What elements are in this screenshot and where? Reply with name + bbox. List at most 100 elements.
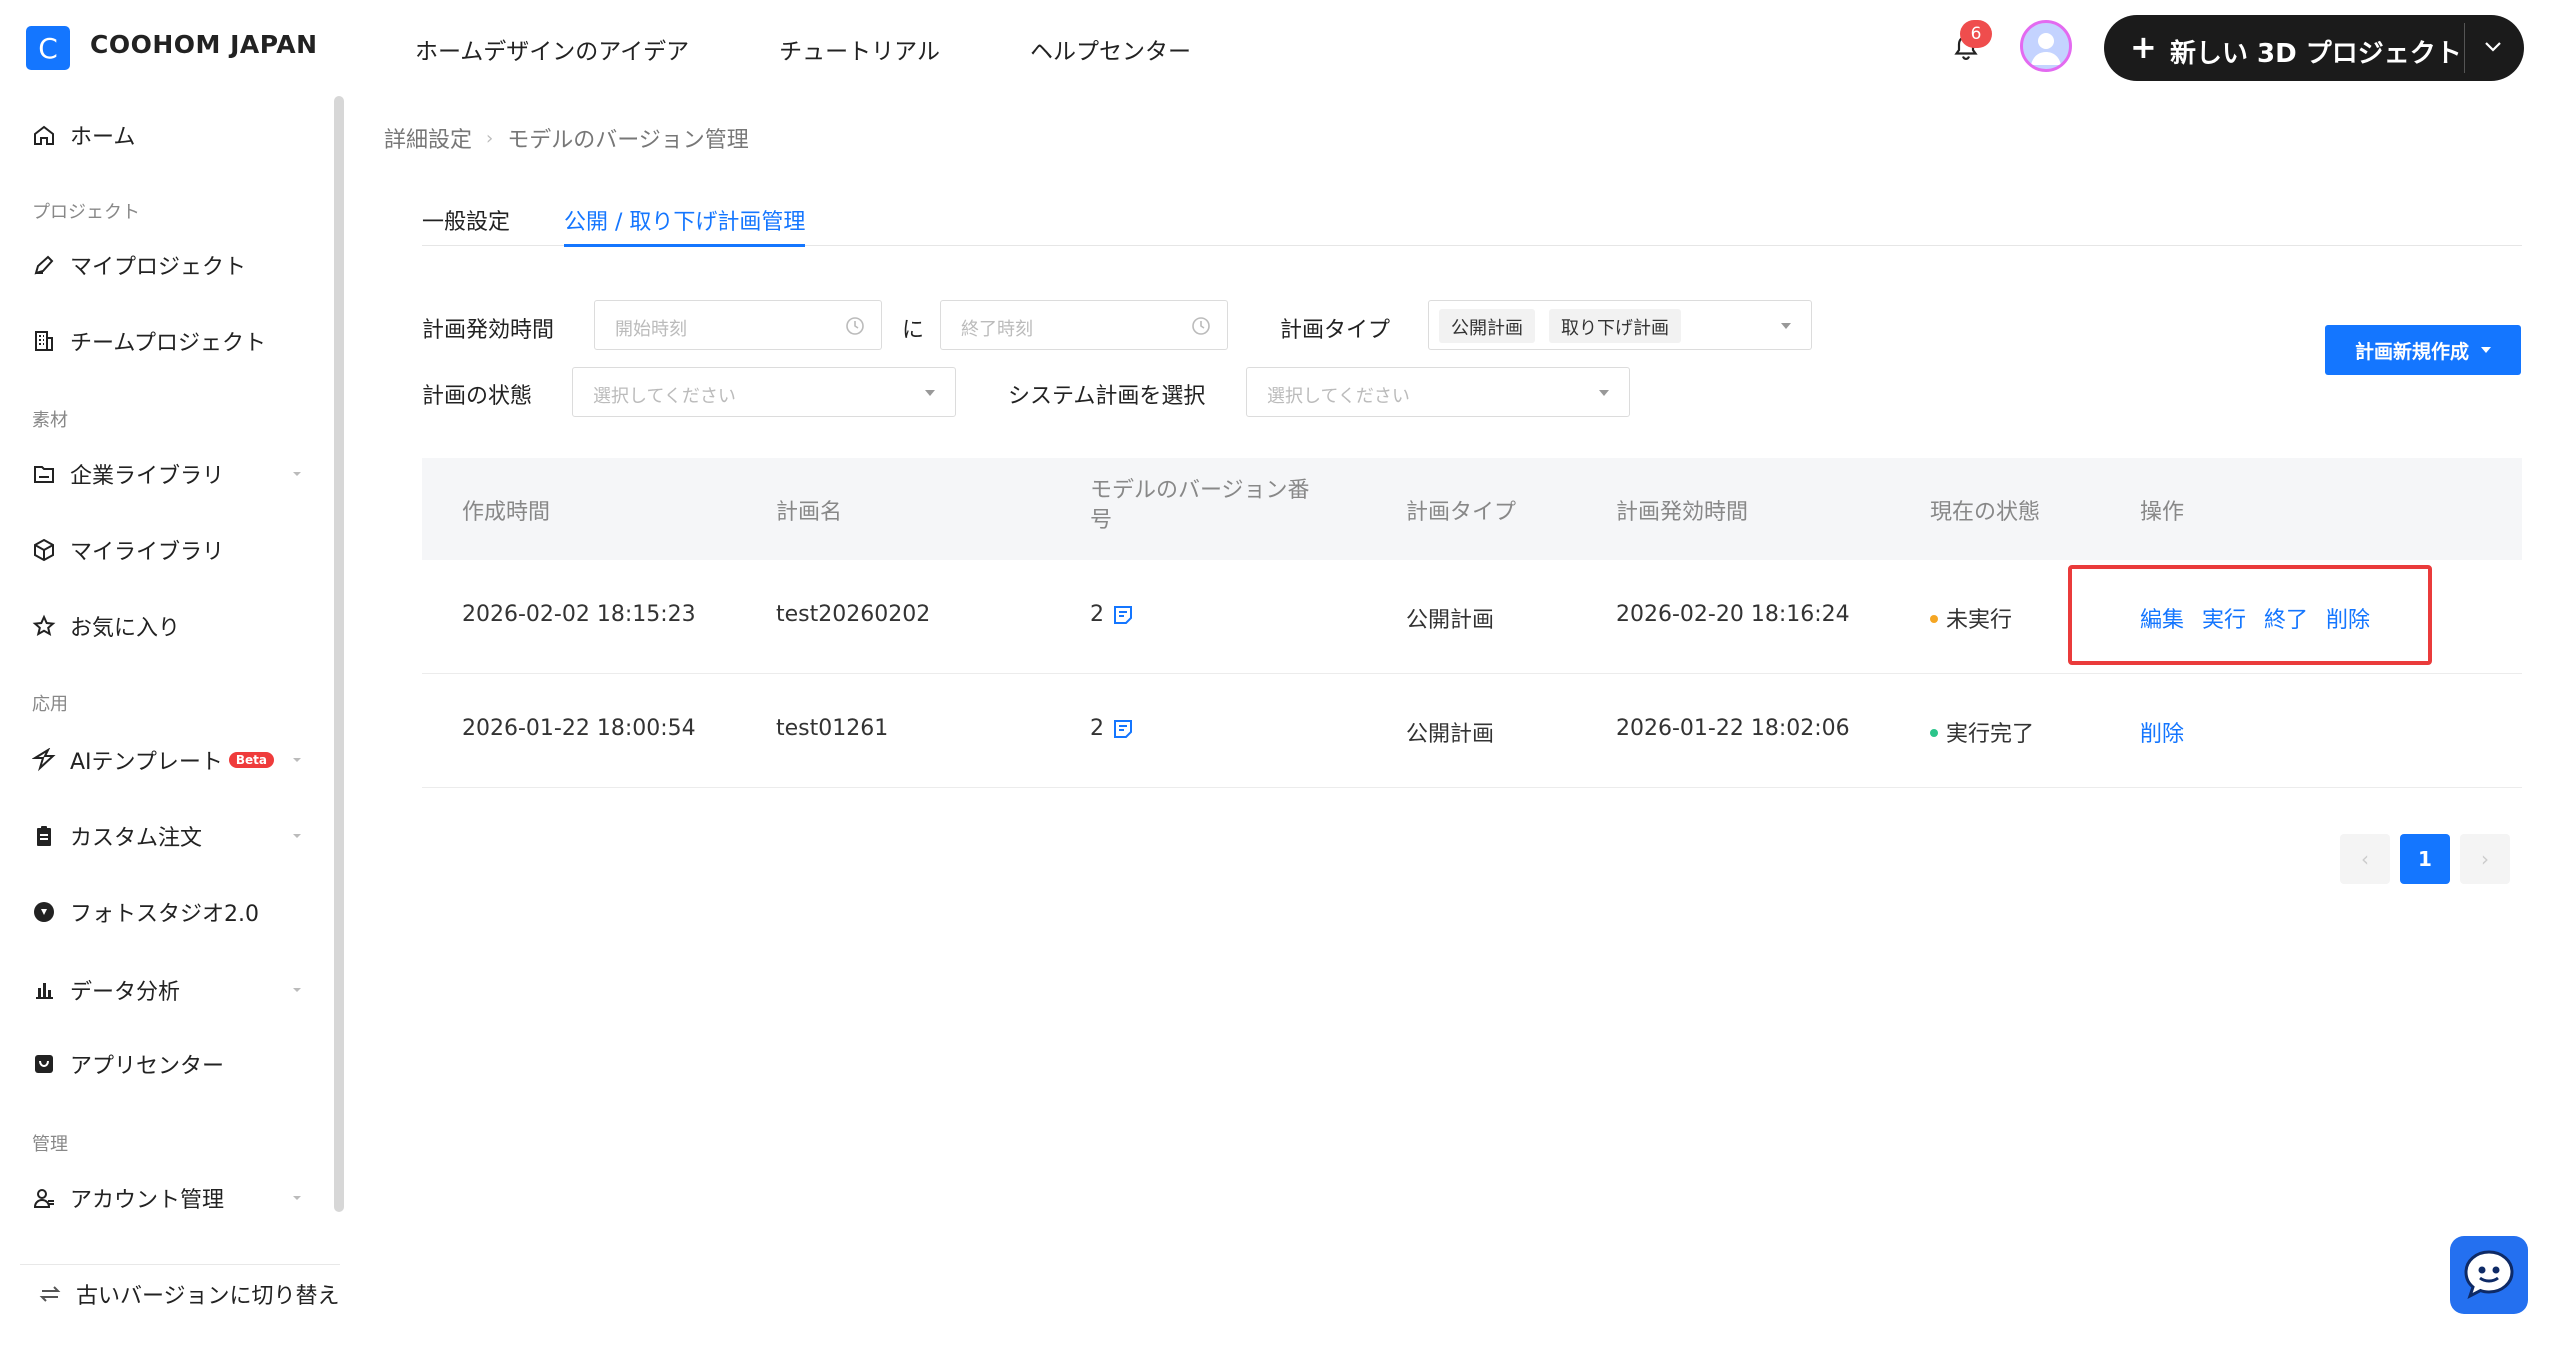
start-time-input[interactable]: 開始時刻 — [594, 300, 882, 350]
sidebar-item-ai-template[interactable]: AIテンプレート Beta — [30, 740, 275, 780]
bar-chart-icon — [30, 976, 58, 1004]
delete-action-link[interactable]: 削除 — [2140, 722, 2184, 747]
plan-type-tag-publish[interactable]: 公開計画 — [1439, 309, 1535, 343]
tab-bar: 一般設定 公開 / 取り下げ計画管理 — [422, 204, 2522, 247]
pagination-prev-button[interactable]: ‹ — [2340, 834, 2390, 884]
dropdown-arrow-icon — [925, 390, 935, 396]
note-icon[interactable] — [1112, 718, 1134, 740]
cell-name: test20260202 — [776, 602, 931, 627]
pagination-page-1[interactable]: 1 — [2400, 834, 2450, 884]
plus-icon: + — [2130, 28, 2157, 66]
pagination-next-button[interactable]: › — [2460, 834, 2510, 884]
system-plan-select[interactable]: 選択してください — [1246, 367, 1630, 417]
tab-general-settings[interactable]: 一般設定 — [422, 204, 510, 236]
lightning-icon — [30, 746, 58, 774]
sidebar-item-enterprise-library[interactable]: 企業ライブラリ — [30, 454, 224, 494]
column-header-name: 計画名 — [776, 500, 843, 525]
sidebar-item-label: フォトスタジオ2.0 — [70, 902, 259, 927]
cell-status: 実行完了 — [1930, 716, 2034, 748]
plan-type-tag-withdraw[interactable]: 取り下げ計画 — [1549, 309, 1681, 343]
nav-item-tutorial[interactable]: チュートリアル — [779, 32, 940, 66]
sidebar-item-app-center[interactable]: アプリセンター — [30, 1044, 224, 1084]
button-separator — [2464, 23, 2465, 73]
nav-item-help-center[interactable]: ヘルプセンター — [1030, 32, 1191, 66]
sidebar-item-account-manage[interactable]: アカウント管理 — [30, 1178, 224, 1218]
table-row: 2026-01-22 18:00:54 test01261 2 公開計画 202… — [422, 674, 2522, 788]
cell-created: 2026-02-02 18:15:23 — [462, 602, 696, 627]
sidebar-section-manage: 管理 — [32, 1134, 68, 1155]
plan-status-label: 計画の状態 — [422, 384, 533, 409]
chevron-down-icon[interactable] — [290, 982, 304, 996]
user-settings-icon — [30, 1184, 58, 1212]
switch-old-version-link[interactable]: 古いバージョンに切り替え — [36, 1274, 340, 1314]
column-header-actions: 操作 — [2140, 500, 2185, 525]
coohom-logo-icon[interactable]: C — [26, 26, 70, 70]
sidebar-item-home[interactable]: ホーム — [30, 115, 135, 155]
sidebar-item-data-analysis[interactable]: データ分析 — [30, 970, 180, 1010]
clipboard-icon — [30, 822, 58, 850]
cell-name: test01261 — [776, 716, 889, 741]
table-header: 作成時間 計画名 モデルのバージョン番号 計画タイプ 計画発効時間 現在の状態 … — [422, 458, 2522, 560]
sidebar-item-team-project[interactable]: チームプロジェクト — [30, 321, 266, 361]
breadcrumb-separator-icon: › — [486, 127, 494, 149]
dropdown-arrow-icon — [1599, 390, 1609, 396]
sidebar-item-my-project[interactable]: マイプロジェクト — [30, 245, 246, 285]
tab-publish-plan[interactable]: 公開 / 取り下げ計画管理 — [564, 204, 806, 247]
sidebar-item-favorites[interactable]: お気に入り — [30, 606, 180, 646]
brand-name: COOHOM JAPAN — [90, 30, 318, 59]
dropdown-arrow-icon — [2481, 347, 2491, 353]
building-icon — [30, 327, 58, 355]
highlight-box — [2068, 565, 2432, 665]
sidebar-item-label: ホーム — [70, 125, 136, 150]
chevron-down-icon[interactable] — [2482, 35, 2504, 61]
chevron-down-icon[interactable] — [290, 752, 304, 766]
sidebar-item-photo-studio[interactable]: フォトスタジオ2.0 — [30, 892, 259, 932]
dropdown-arrow-icon — [1781, 323, 1791, 329]
shopping-bag-icon — [30, 1050, 58, 1078]
breadcrumb-item-current: モデルのバージョン管理 — [507, 128, 749, 153]
plan-status-placeholder: 選択してください — [593, 386, 736, 407]
beta-badge: Beta — [228, 752, 275, 768]
note-icon[interactable] — [1112, 604, 1134, 626]
cell-status: 未実行 — [1930, 602, 2012, 634]
top-nav: ホームデザインのアイデア チュートリアル ヘルプセンター — [415, 32, 1191, 66]
chat-bubble-icon — [2464, 1250, 2514, 1300]
effective-time-label: 計画発効時間 — [422, 318, 555, 343]
status-dot-pending — [1930, 615, 1938, 623]
plan-type-select[interactable]: 公開計画 取り下げ計画 — [1428, 300, 1812, 350]
status-text: 実行完了 — [1946, 722, 2035, 747]
cell-created: 2026-01-22 18:00:54 — [462, 716, 696, 741]
chat-support-button[interactable] — [2450, 1236, 2528, 1314]
plan-status-select[interactable]: 選択してください — [572, 367, 956, 417]
end-time-placeholder: 終了時刻 — [961, 319, 1033, 340]
new-plan-button[interactable]: 計画新規作成 — [2325, 325, 2521, 375]
cell-type: 公開計画 — [1406, 722, 1495, 747]
breadcrumb: 詳細設定 › モデルのバージョン管理 — [384, 122, 749, 154]
sidebar-item-custom-order[interactable]: カスタム注文 — [30, 816, 202, 856]
new-3d-project-button[interactable]: + 新しい 3D プロジェクト — [2104, 15, 2524, 81]
logo-letter: C — [38, 31, 58, 65]
chevron-down-icon[interactable] — [290, 828, 304, 842]
nav-item-home-design-ideas[interactable]: ホームデザインのアイデア — [415, 32, 689, 66]
sidebar-item-my-library[interactable]: マイライブラリ — [30, 530, 224, 570]
chevron-down-icon[interactable] — [290, 1190, 304, 1204]
sidebar-item-label: アカウント管理 — [70, 1188, 225, 1213]
end-time-input[interactable]: 終了時刻 — [940, 300, 1228, 350]
breadcrumb-item-settings[interactable]: 詳細設定 — [384, 122, 472, 154]
pencil-home-icon — [30, 251, 58, 279]
new-plan-button-label: 計画新規作成 — [2354, 340, 2469, 363]
folder-icon — [30, 460, 58, 488]
star-icon — [30, 612, 58, 640]
sidebar-scrollbar[interactable] — [334, 96, 344, 1212]
clock-icon — [1191, 316, 1211, 336]
version-number: 2 — [1090, 716, 1104, 741]
sidebar-item-label: マイライブラリ — [70, 540, 225, 565]
cell-effective: 2026-02-20 18:16:24 — [1616, 602, 1850, 627]
sidebar-section-project: プロジェクト — [32, 202, 140, 223]
cube-icon — [30, 536, 58, 564]
cell-actions: 削除 — [2140, 716, 2202, 748]
user-avatar[interactable] — [2020, 20, 2072, 72]
chevron-down-icon[interactable] — [290, 466, 304, 480]
cell-version: 2 — [1090, 602, 1134, 627]
new-project-label: 新しい 3D プロジェクト — [2170, 39, 2462, 69]
